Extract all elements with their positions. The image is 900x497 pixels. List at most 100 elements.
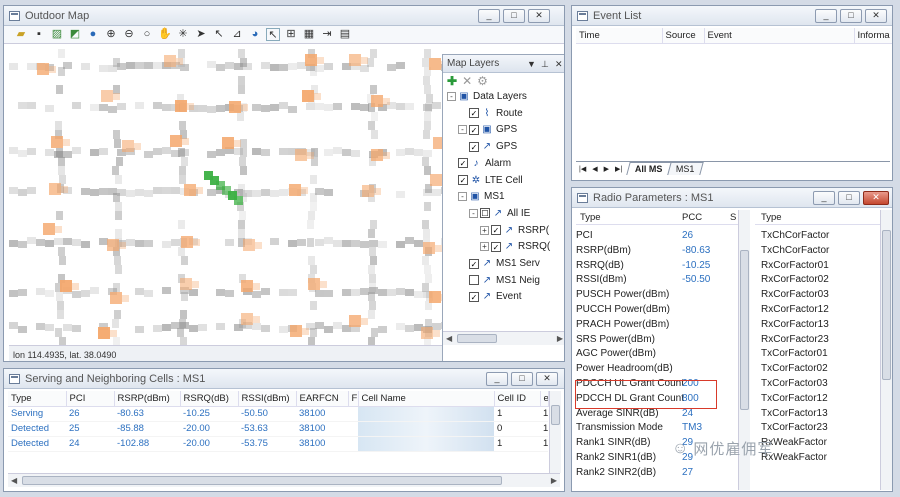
minimize-button[interactable]: _: [815, 8, 837, 23]
layer-item[interactable]: - ▣ Data Layers: [447, 89, 527, 104]
next-tab-icon[interactable]: ▶: [604, 165, 609, 173]
close-button[interactable]: ✕: [528, 8, 550, 23]
maximize-button[interactable]: □: [840, 8, 862, 23]
layer-checkbox[interactable]: ✓: [469, 124, 479, 135]
layer-item[interactable]: ✓ ↗ GPS: [469, 139, 517, 154]
radio-parameters-titlebar[interactable]: Radio Parameters : MS1 _ □ ✕: [572, 188, 892, 208]
column-header[interactable]: PCI: [66, 391, 115, 407]
layer-checkbox[interactable]: [469, 275, 479, 286]
layer-checkbox[interactable]: ✓: [469, 291, 479, 302]
last-tab-icon[interactable]: ▶|: [615, 165, 622, 173]
column-header[interactable]: EARFCN: [296, 391, 349, 407]
layer-checkbox[interactable]: ✓: [469, 258, 479, 269]
minimize-button[interactable]: _: [486, 371, 508, 386]
maximize-button[interactable]: □: [838, 190, 860, 205]
layer-item[interactable]: ✓ ♪ Alarm: [458, 156, 511, 171]
serving-cells-titlebar[interactable]: Serving and Neighboring Cells : MS1 _ □ …: [4, 369, 564, 389]
minimize-button[interactable]: _: [813, 190, 835, 205]
serving-hscroll[interactable]: ◀ ▶: [8, 473, 560, 487]
open-icon[interactable]: ▰: [14, 28, 28, 41]
pan-hand-icon[interactable]: ✋: [158, 28, 172, 41]
expander-icon[interactable]: -: [447, 92, 456, 101]
table-icon[interactable]: ▦: [302, 28, 316, 41]
layer-checkbox[interactable]: ✓: [469, 141, 479, 152]
panel-close-icon[interactable]: ✕: [555, 55, 563, 73]
layer-item[interactable]: ✓ ↗ MS1 Serv: [469, 256, 540, 271]
zoom-in-icon[interactable]: ⊕: [104, 28, 118, 41]
close-button[interactable]: ✕: [865, 8, 887, 23]
layer-checkbox[interactable]: ✓: [491, 225, 501, 236]
column-header-source[interactable]: Source: [662, 28, 705, 44]
column-header-time[interactable]: Time: [576, 28, 663, 44]
layer-item[interactable]: ↗ MS1 Neig: [469, 273, 540, 288]
pointer-icon[interactable]: ➤: [194, 28, 208, 41]
map-canvas[interactable]: [9, 49, 442, 345]
close-button[interactable]: ✕: [536, 371, 558, 386]
layer-checkbox[interactable]: ✓: [458, 158, 468, 169]
column-header-information[interactable]: Informa: [854, 28, 892, 44]
prev-tab-icon[interactable]: ◀: [592, 165, 597, 173]
table-row[interactable]: Detected25-85.88-20.00-53.6338100 015: [8, 421, 548, 437]
table-row[interactable]: Serving26-80.63-10.25-50.5038100 115: [8, 406, 548, 422]
column-header[interactable]: Type: [8, 391, 67, 407]
first-tab-icon[interactable]: |◀: [579, 165, 586, 173]
close-button[interactable]: ✕: [863, 190, 889, 205]
column-header-type[interactable]: Type: [580, 210, 601, 225]
layer-item[interactable]: ✓ ↗ Event: [469, 289, 522, 304]
expander-icon[interactable]: -: [458, 125, 467, 135]
globe-icon[interactable]: ●: [86, 28, 100, 41]
layer-icon[interactable]: ◩: [68, 28, 82, 41]
layer-checkbox[interactable]: ✓: [469, 108, 479, 119]
layer-item[interactable]: - ▣ MS1: [458, 189, 505, 204]
dropdown-icon[interactable]: ▼: [527, 55, 536, 73]
zoom-icon[interactable]: ○: [140, 28, 154, 41]
settings-icon[interactable]: ⚙: [477, 74, 488, 88]
map-hscroll[interactable]: [4, 328, 564, 342]
column-header-event[interactable]: Event: [704, 28, 855, 44]
layer-item[interactable]: + ✓ ↗ RSRP(: [480, 223, 549, 238]
expander-icon[interactable]: +: [480, 242, 489, 252]
column-header[interactable]: RSRQ(dB): [180, 391, 239, 407]
save-icon[interactable]: ▪: [32, 28, 46, 41]
maximize-button[interactable]: □: [503, 8, 525, 23]
tab-all-ms[interactable]: All MS: [626, 162, 672, 175]
layer-item[interactable]: ✓ ⌇ Route: [469, 106, 523, 121]
earth-icon[interactable]: ◕: [248, 28, 262, 41]
layer-checkbox[interactable]: ✓: [458, 175, 468, 185]
export-icon[interactable]: ▤: [338, 28, 352, 41]
add-layer-icon[interactable]: ✚: [447, 74, 457, 88]
column-header-scc[interactable]: S: [730, 210, 736, 225]
column-header[interactable]: Cell ID: [494, 391, 541, 407]
ruler-icon[interactable]: ⊿: [230, 28, 244, 41]
layer-checkbox[interactable]: ☐: [480, 208, 490, 219]
column-header[interactable]: F: [348, 391, 359, 407]
select-icon[interactable]: ↖: [212, 28, 226, 41]
serving-vscroll[interactable]: [549, 391, 561, 473]
image-icon[interactable]: ▨: [50, 28, 64, 41]
column-header[interactable]: el: [540, 391, 549, 407]
column-header[interactable]: RSSI(dBm): [238, 391, 297, 407]
pin-icon[interactable]: ⊥: [541, 55, 549, 73]
outdoor-map-titlebar[interactable]: Outdoor Map _ □ ✕: [4, 6, 564, 26]
insert-icon[interactable]: ⇥: [320, 28, 334, 41]
layer-item[interactable]: + ✓ ↗ RSRQ(: [480, 239, 550, 254]
expander-icon[interactable]: -: [469, 208, 478, 218]
column-header-type-right[interactable]: Type: [761, 212, 782, 223]
zoom-out-icon[interactable]: ⊖: [122, 28, 136, 41]
expander-icon[interactable]: -: [458, 192, 467, 202]
event-list-titlebar[interactable]: Event List _ □ ✕: [572, 6, 892, 26]
center-icon[interactable]: ✳: [176, 28, 190, 41]
remove-layer-icon[interactable]: ✕: [462, 74, 472, 88]
column-header-pcc[interactable]: PCC: [682, 210, 702, 225]
column-header[interactable]: Cell Name: [358, 391, 495, 407]
expander-icon[interactable]: +: [480, 225, 489, 235]
maximize-button[interactable]: □: [511, 371, 533, 386]
layer-item[interactable]: - ✓ ▣ GPS: [458, 122, 517, 137]
tab-ms1[interactable]: MS1: [666, 162, 703, 175]
layer-item[interactable]: - ☐ ↗ All IE: [469, 206, 530, 221]
cursor-icon[interactable]: ↖: [266, 28, 280, 41]
radio-right-vscroll[interactable]: [880, 210, 892, 490]
layer-item[interactable]: ✓ ✲ LTE Cell: [458, 173, 523, 188]
table-row[interactable]: Detected24-102.88-20.00-53.7538100 115: [8, 436, 548, 452]
minimize-button[interactable]: _: [478, 8, 500, 23]
